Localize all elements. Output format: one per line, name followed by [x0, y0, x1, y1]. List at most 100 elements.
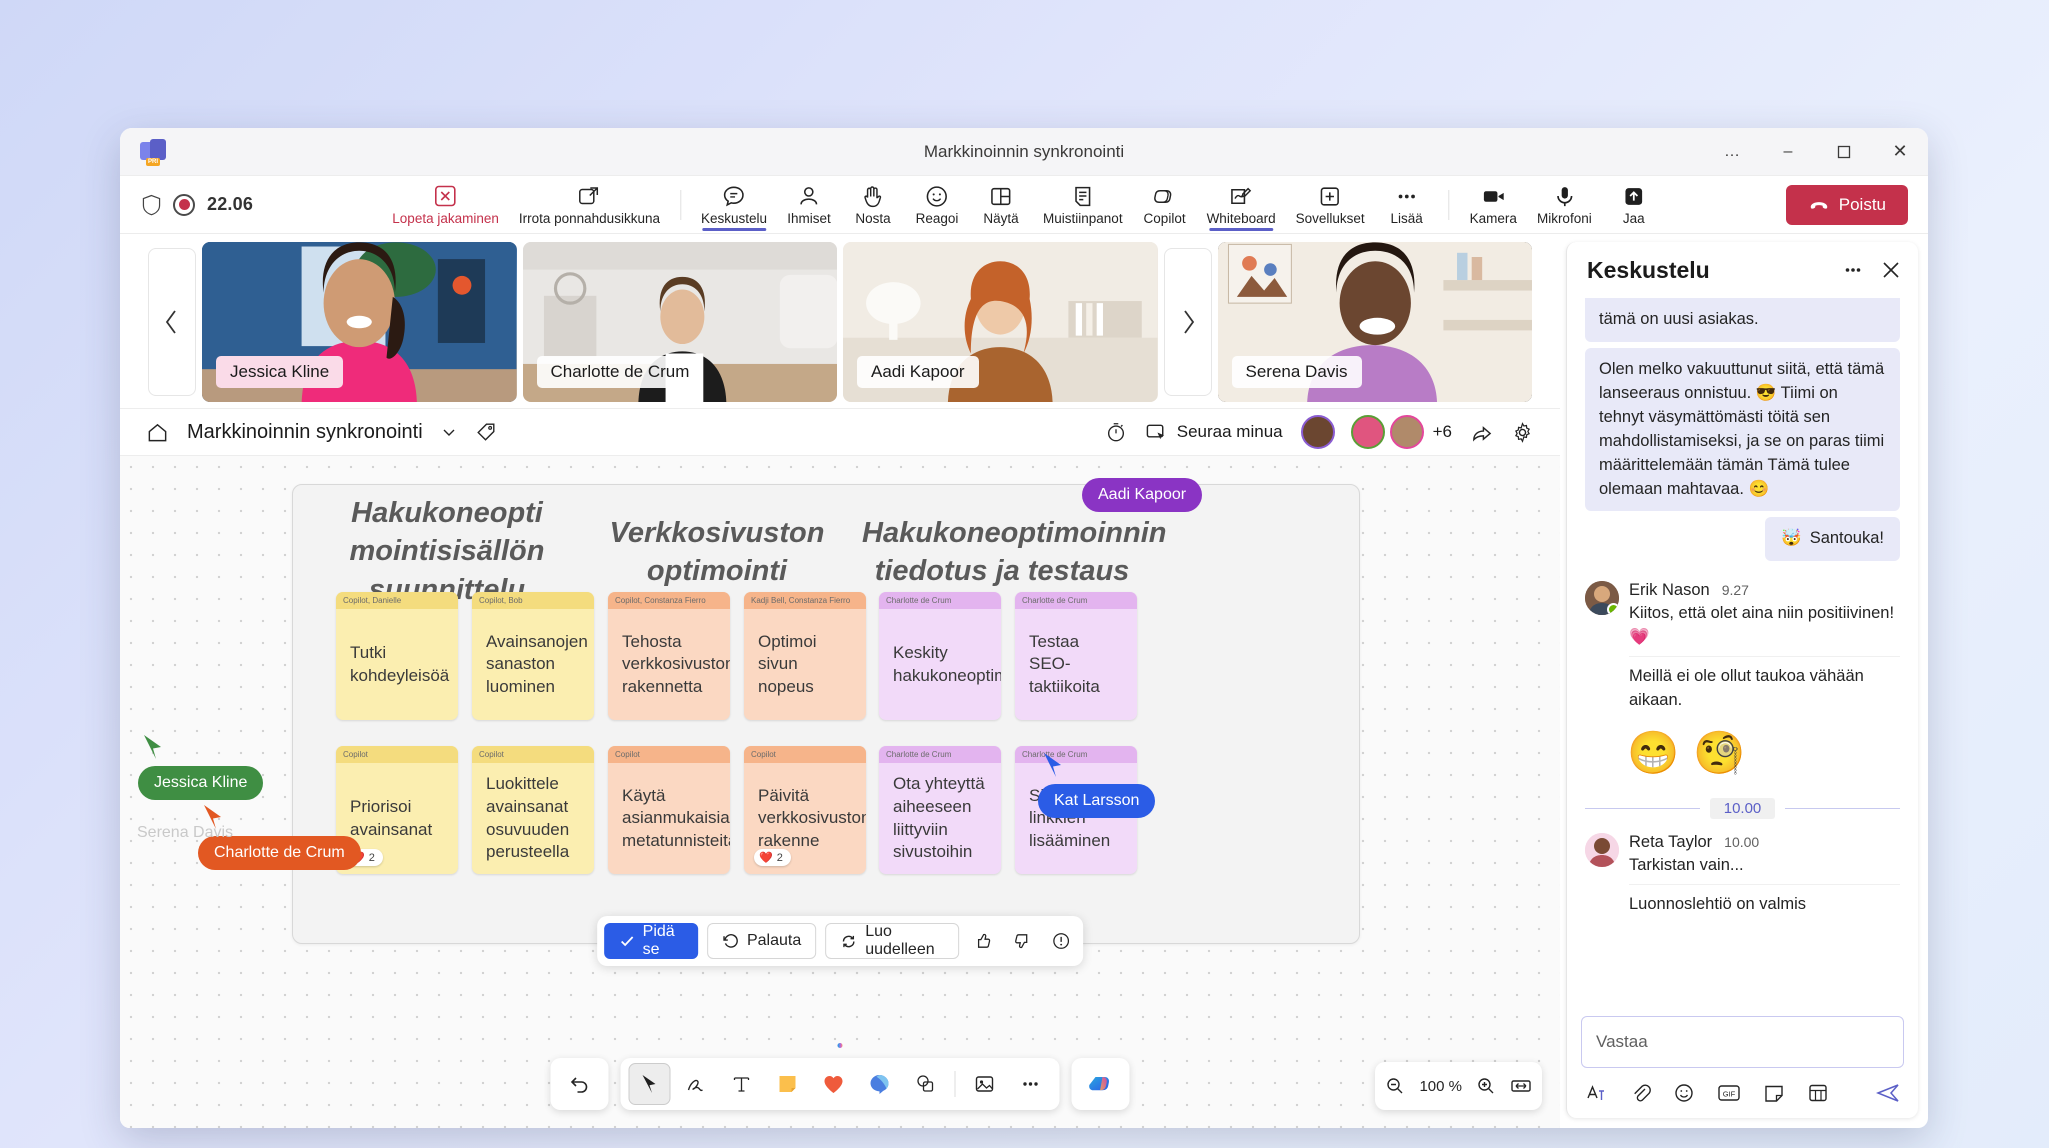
more-icon[interactable] [1010, 1063, 1052, 1105]
revert-button[interactable]: Palauta [706, 923, 817, 959]
video-tile[interactable]: Aadi Kapoor [843, 242, 1158, 402]
presence-badge [1607, 603, 1619, 616]
sticky-note[interactable]: Charlotte de Crum Ota yhteyttä aiheeseen… [879, 746, 1001, 874]
chat-author: Erik Nason [1629, 581, 1710, 600]
chevron-down-icon[interactable] [441, 424, 457, 440]
leave-label: Poistu [1838, 194, 1886, 214]
tab-whiteboard[interactable]: Whiteboard [1197, 176, 1286, 233]
keep-it-button[interactable]: Pidä se [603, 923, 698, 959]
avatar[interactable] [1350, 415, 1385, 449]
text-icon[interactable] [721, 1063, 763, 1105]
sticky-note[interactable]: Copilot, Constanza Fierro Tehosta verkko… [608, 592, 730, 720]
sticky-note[interactable]: Kadji Bell, Constanza Fierro Optimoi siv… [744, 592, 866, 720]
reactions-button[interactable]: Reagoi [905, 176, 969, 233]
undo-icon[interactable] [559, 1063, 601, 1105]
sticky-note[interactable]: Charlotte de Crum Keskity hakukoneoptimo… [879, 592, 1001, 720]
share-label: Jaa [1622, 211, 1645, 226]
feedback-icon[interactable] [1046, 923, 1076, 959]
view-button[interactable]: Näytä [969, 176, 1033, 233]
sticky-note-icon[interactable] [767, 1063, 809, 1105]
teams-meeting-window: PRI Markkinoinnin synkronointi … – ✕ 22.… [120, 128, 1928, 1128]
select-arrow-icon[interactable] [628, 1063, 671, 1105]
camera-button[interactable]: Kamera [1460, 176, 1527, 233]
shape-icon[interactable] [859, 1063, 901, 1105]
chat-messages[interactable]: tämä on uusi asiakas. Olen melko vakuutt… [1567, 298, 1918, 1010]
reaction-count: 2 [368, 851, 375, 864]
popout-button[interactable]: Irrota ponnahdusikkuna [509, 176, 670, 233]
avatar[interactable] [1389, 415, 1424, 449]
chat-text-followup: Luonnoslehtiö on valmis [1629, 883, 1900, 925]
chat-compose-box[interactable]: Vastaa [1581, 1016, 1904, 1068]
more-icon[interactable] [1842, 259, 1864, 281]
avatar[interactable] [1300, 415, 1335, 449]
chat-header-actions [1842, 259, 1902, 281]
note-text: Testaa SEO-taktiikoita [1029, 631, 1100, 696]
notes-button[interactable]: Muistiinpanot [1033, 176, 1133, 233]
attach-icon[interactable] [1629, 1082, 1651, 1104]
sticky-note[interactable]: Copilot, Bob Avainsanojen sanaston luomi… [472, 592, 594, 720]
regenerate-button[interactable]: Luo uudelleen [825, 923, 960, 959]
sticky-note[interactable]: Copilot Käytä asianmukaisia metatunniste… [608, 746, 730, 874]
video-tile-active-speaker[interactable]: Serena Davis [1217, 242, 1532, 402]
send-icon[interactable] [1876, 1082, 1900, 1104]
leave-button[interactable]: Poistu [1785, 184, 1908, 225]
share-icon [1621, 183, 1646, 209]
follow-me-button[interactable]: Seuraa minua [1145, 421, 1283, 444]
tag-icon[interactable] [475, 421, 497, 443]
thumbs-down-icon[interactable] [1008, 923, 1038, 959]
gallery-next-button[interactable] [1163, 248, 1212, 396]
pen-icon[interactable] [675, 1063, 717, 1105]
column-heading: Hakukoneoptimoinnin tiedotus ja testaus [862, 517, 1167, 588]
regenerate-icon [840, 933, 857, 950]
live-cursor-idle: Serena Davis [121, 816, 249, 850]
sticky-note[interactable]: Charlotte de Crum Testaa SEO-taktiikoita [1015, 592, 1137, 720]
note-author: Charlotte de Crum [1015, 592, 1137, 609]
gif-icon[interactable]: GIF [1717, 1083, 1741, 1103]
chat-time-separator: 10.00 [1585, 798, 1901, 820]
avatar[interactable] [1585, 833, 1619, 868]
whiteboard-canvas[interactable]: Hakukoneopti mointisisällön suunnittelu … [120, 456, 1560, 1128]
stop-sharing-icon [434, 183, 458, 209]
image-icon[interactable] [964, 1063, 1006, 1105]
separator-line [1585, 808, 1700, 810]
apps-label: Sovellukset [1295, 211, 1365, 226]
copilot-label: Copilot [1143, 211, 1186, 226]
raise-hand-button[interactable]: Nosta [841, 176, 905, 233]
cursor-pointer-icon [1044, 753, 1061, 777]
apps-button[interactable]: Sovellukset [1286, 176, 1375, 233]
copilot-icon[interactable] [1080, 1063, 1122, 1105]
duplicate-icon[interactable] [905, 1063, 947, 1105]
emoji-icon[interactable] [1673, 1082, 1695, 1104]
share-board-icon[interactable] [1470, 421, 1493, 444]
copilot-icon [1152, 183, 1177, 209]
zoom-in-icon[interactable] [1476, 1076, 1496, 1096]
sticker-icon[interactable] [1763, 1082, 1785, 1104]
stop-sharing-button[interactable]: Lopeta jakaminen [382, 176, 509, 233]
sticky-note[interactable]: Copilot, Danielle Tutki kohdeyleisöä [336, 592, 458, 720]
format-icon[interactable] [1585, 1082, 1607, 1104]
sticky-note[interactable]: Copilot Päivitä verkkosivuston rakenne ❤… [744, 746, 866, 874]
loop-icon[interactable] [1807, 1082, 1829, 1104]
share-button[interactable]: Jaa [1602, 176, 1666, 233]
sticky-note[interactable]: Copilot Luokittele avainsanat osuvuuden … [472, 746, 594, 874]
close-icon[interactable] [1880, 259, 1902, 281]
microphone-button[interactable]: Mikrofoni [1527, 176, 1602, 233]
home-icon[interactable] [146, 421, 169, 444]
note-reaction[interactable]: ❤️ 2 [754, 849, 791, 866]
gear-icon[interactable] [1511, 421, 1534, 444]
tab-people[interactable]: Ihmiset [777, 176, 841, 233]
video-gallery: Jessica Kline Charlotte de Crum Aadi Kap… [120, 234, 1560, 408]
copilot-button[interactable]: Copilot [1133, 176, 1197, 233]
tab-chat[interactable]: Keskustelu [691, 176, 777, 233]
reaction-heart-icon[interactable] [813, 1063, 855, 1105]
fit-to-screen-icon[interactable] [1510, 1076, 1532, 1096]
gallery-prev-button[interactable] [148, 248, 196, 396]
thumbs-up-icon[interactable] [969, 923, 999, 959]
avatar[interactable] [1585, 581, 1619, 616]
video-tile[interactable]: Jessica Kline [202, 242, 517, 402]
timer-icon[interactable] [1105, 421, 1127, 443]
zoom-out-icon[interactable] [1385, 1076, 1405, 1096]
more-button[interactable]: Lisää [1375, 176, 1439, 233]
video-tile[interactable]: Charlotte de Crum [522, 242, 837, 402]
window-titlebar: PRI Markkinoinnin synkronointi … – ✕ [120, 128, 1928, 176]
